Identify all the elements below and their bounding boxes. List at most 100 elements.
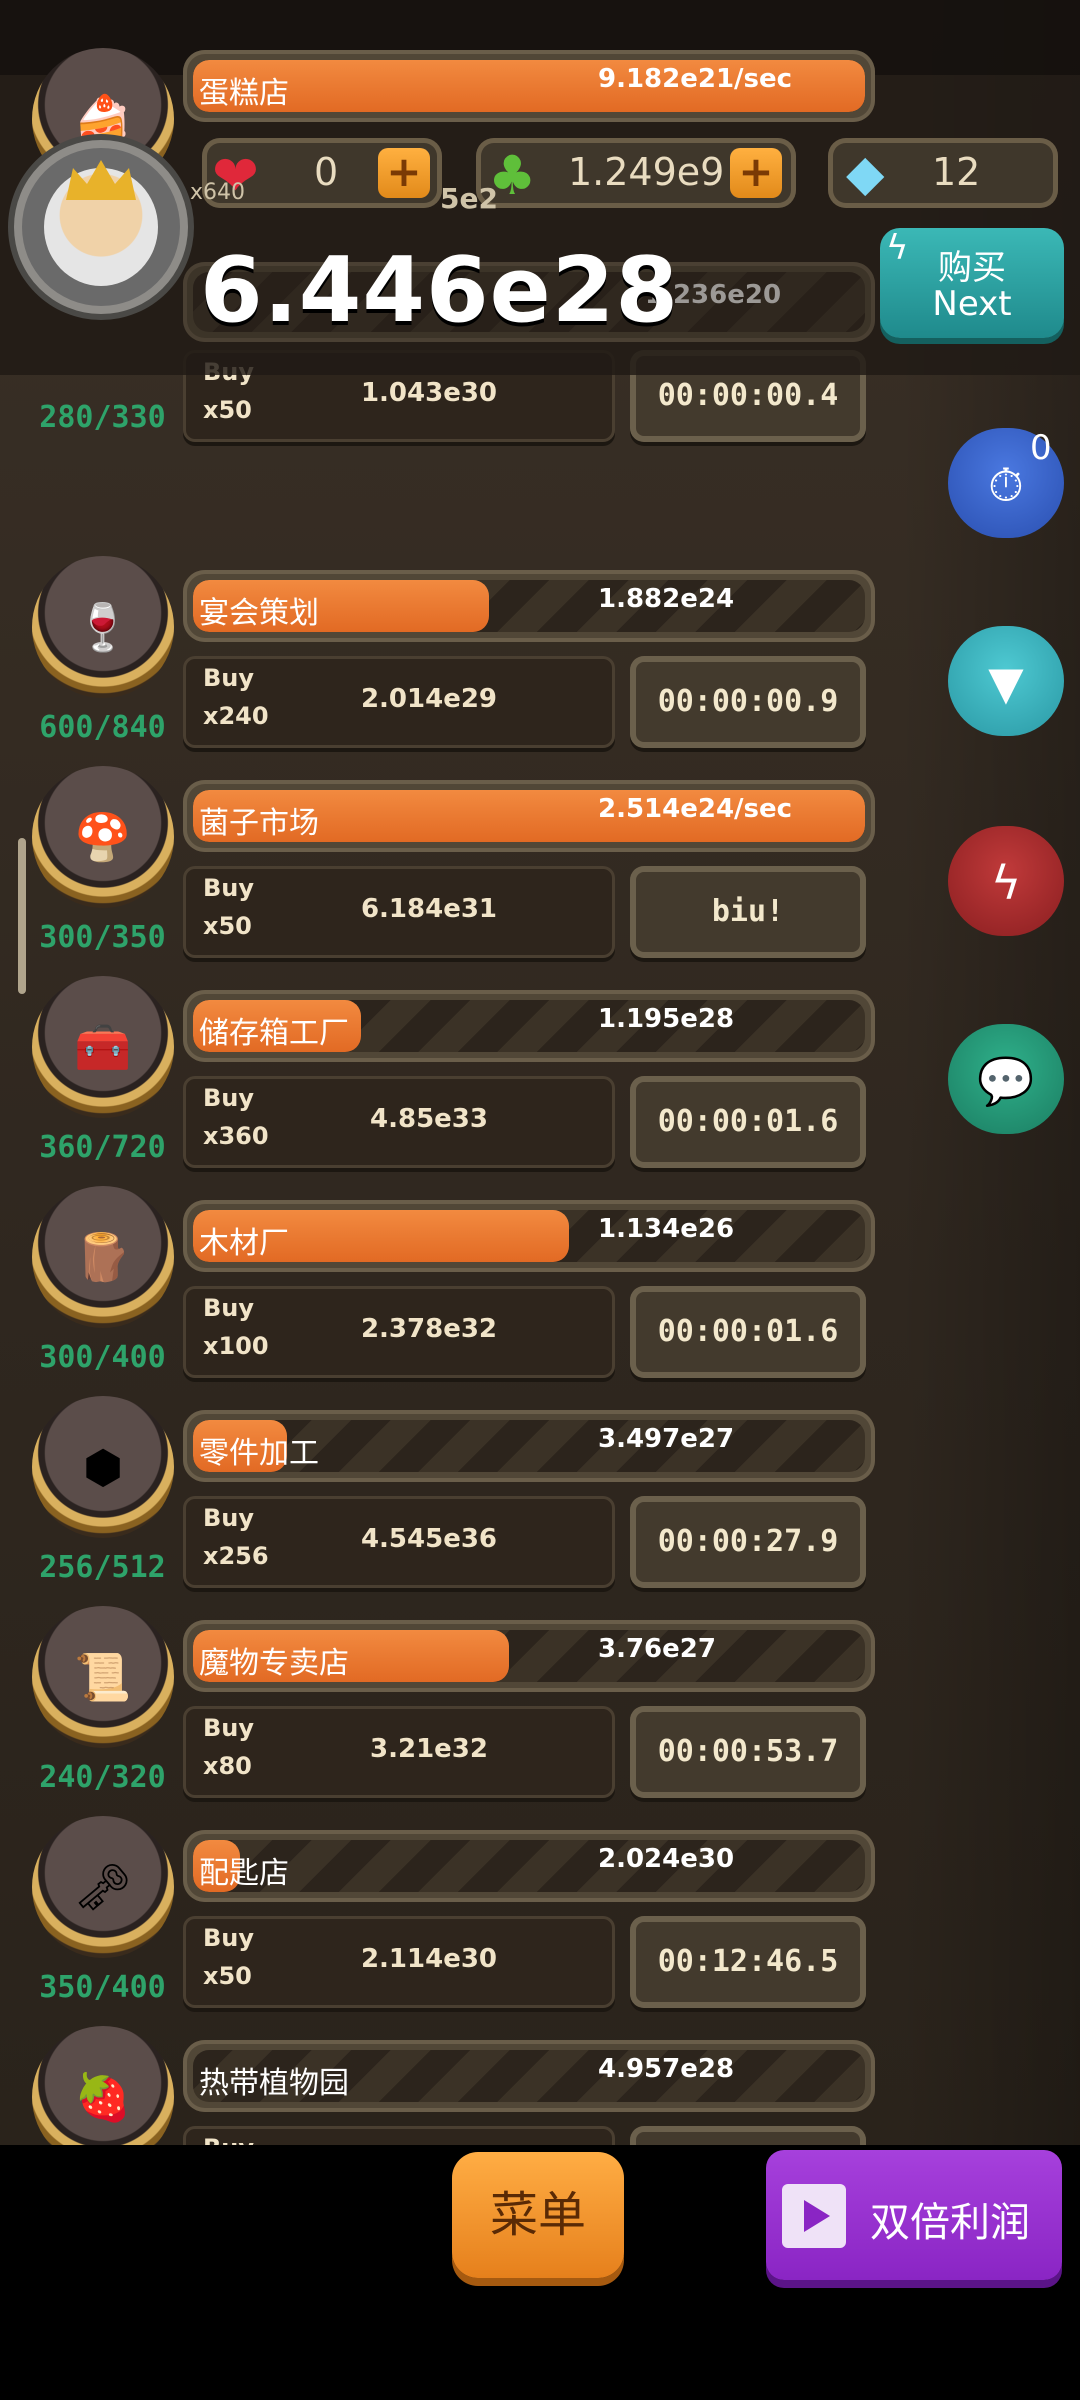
business-row: ⬢ 256/512 零件加工 3.497e27 Buy x256 4.545e3… xyxy=(0,1396,880,1610)
buy-cost: 3.21e32 xyxy=(370,1734,488,1764)
diamond-icon: ◆ xyxy=(846,144,885,202)
business-rate: 2.514e24/sec xyxy=(598,794,793,824)
menu-button[interactable]: 菜单 xyxy=(452,2152,624,2278)
double-profit-button[interactable]: 双倍利润 xyxy=(766,2150,1062,2280)
scroll-icon: 📜 xyxy=(74,1649,132,1704)
business-badge[interactable]: 🪵 xyxy=(32,1186,174,1328)
business-row: 🗝 350/400 配匙店 2.024e30 Buy x50 2.114e30 … xyxy=(0,1816,880,2030)
level-count: 300/350 xyxy=(39,920,166,955)
timer-boost-button[interactable]: ⏱ 0 xyxy=(948,428,1064,538)
business-rate: 1.882e24 xyxy=(598,584,735,614)
store-rate: 9.182e21/sec xyxy=(598,64,793,94)
nut-icon: ⬢ xyxy=(82,1440,124,1494)
add-hearts-button[interactable]: + xyxy=(378,148,430,198)
logs-icon: 🪵 xyxy=(74,1229,132,1284)
buy-cost: 2.014e29 xyxy=(360,684,498,714)
lightning-boost-button[interactable]: ϟ xyxy=(948,826,1064,936)
cycle-timer[interactable]: 00:00:01.6 xyxy=(630,1076,866,1168)
level-count: 256/512 xyxy=(39,1550,166,1585)
progress-bar[interactable]: 配匙店 2.024e30 xyxy=(183,1830,875,1902)
business-badge[interactable]: ⬢ xyxy=(32,1396,174,1538)
business-row: 🧰 360/720 储存箱工厂 1.195e28 Buy x360 4.85e3… xyxy=(0,976,880,1190)
buy-next-line1: 购买 xyxy=(938,248,1006,288)
top-hud: 🍰 蛋糕店 9.182e21/sec ❤ 0 + ♣ 1.249e9 + ◆ 1… xyxy=(0,0,1080,375)
partial-cost: 5e2 xyxy=(440,182,498,215)
buy-button[interactable]: Buy x50 2.114e30 xyxy=(183,1916,615,2008)
business-name: 宴会策划 xyxy=(199,596,319,631)
business-badge[interactable]: 🧰 xyxy=(32,976,174,1118)
business-name: 木材厂 xyxy=(199,1226,289,1261)
store-name: 蛋糕店 xyxy=(199,76,289,111)
berry-icon: 🍓 xyxy=(74,2069,132,2124)
buy-button[interactable]: Buy x50 6.184e31 xyxy=(183,866,615,958)
gems-value: 12 xyxy=(932,150,981,194)
progress-bar[interactable]: 木材厂 1.134e26 xyxy=(183,1200,875,1272)
buy-button[interactable]: Buy x80 3.21e32 xyxy=(183,1706,615,1798)
cycle-timer[interactable]: 00:00:01.6 xyxy=(630,1286,866,1378)
business-badge[interactable]: 📜 xyxy=(32,1606,174,1748)
total-money: 6.446e28 xyxy=(200,238,679,343)
chat-button[interactable]: 💬 xyxy=(948,1024,1064,1134)
buy-next-line2: Next xyxy=(932,284,1012,324)
cycle-timer[interactable]: 00:00:00.9 xyxy=(630,656,866,748)
timer-badge: 0 xyxy=(1030,428,1052,468)
progress-bar[interactable]: 零件加工 3.497e27 xyxy=(183,1410,875,1482)
business-name: 菌子市场 xyxy=(199,806,319,841)
business-row: 🍷 600/840 宴会策划 1.882e24 Buy x240 2.014e2… xyxy=(0,556,880,770)
gems-counter: ◆ 12 xyxy=(828,138,1058,208)
business-row: 📜 240/320 魔物专卖店 3.76e27 Buy x80 3.21e32 … xyxy=(0,1606,880,1820)
chest-icon: 🧰 xyxy=(74,1019,132,1074)
mushroom-icon: 🍄 xyxy=(74,809,132,864)
player-avatar[interactable] xyxy=(22,148,180,306)
cycle-timer[interactable]: 00:12:46.5 xyxy=(630,1916,866,2008)
buy-cost: 2.378e32 xyxy=(360,1314,498,1344)
scrollbar[interactable] xyxy=(18,838,26,994)
business-name: 储存箱工厂 xyxy=(199,1016,349,1051)
level-count: 280/330 xyxy=(39,400,166,435)
buy-next-button[interactable]: ϟ 购买 Next xyxy=(880,228,1064,338)
keys-icon: 🗝 xyxy=(73,1859,133,1914)
chat-icon: 💬 xyxy=(977,1054,1035,1108)
business-name: 热带植物园 xyxy=(199,2066,349,2101)
cycle-timer[interactable]: 00:00:27.9 xyxy=(630,1496,866,1588)
business-rate: 1.195e28 xyxy=(598,1004,735,1034)
progress-bar[interactable]: 魔物专卖店 3.76e27 xyxy=(183,1620,875,1692)
progress-bar: 蛋糕店 9.182e21/sec xyxy=(183,50,875,122)
buy-button[interactable]: Buy x240 2.014e29 xyxy=(183,656,615,748)
buy-cost: 2.114e30 xyxy=(360,1944,498,1974)
gem-shop-button[interactable]: ▼ xyxy=(948,626,1064,736)
gem-down-icon: ▼ xyxy=(988,656,1024,710)
clovers-counter: ♣ 1.249e9 + xyxy=(476,138,796,208)
clovers-value: 1.249e9 xyxy=(568,150,725,194)
business-row: 280/330 Buy x50 1.043e30 00:00:00.4 xyxy=(0,350,880,560)
double-profit-label: 双倍利润 xyxy=(870,2200,1030,2246)
buy-button[interactable]: Buy x100 2.378e32 xyxy=(183,1286,615,1378)
business-badge[interactable]: 🗝 xyxy=(32,1816,174,1958)
progress-bar[interactable]: 菌子市场 2.514e24/sec xyxy=(183,780,875,852)
business-name: 魔物专卖店 xyxy=(199,1646,349,1681)
cycle-timer[interactable]: 00:00:53.7 xyxy=(630,1706,866,1798)
business-rate: 4.957e28 xyxy=(598,2054,735,2084)
business-name: 配匙店 xyxy=(199,1856,289,1891)
top-store-row: 🍰 蛋糕店 9.182e21/sec xyxy=(0,38,880,190)
goblet-icon: 🍷 xyxy=(74,599,132,654)
level-count: 350/400 xyxy=(39,1970,166,2005)
cycle-timer[interactable]: biu! xyxy=(630,866,866,958)
progress-bar[interactable]: 热带植物园 4.957e28 xyxy=(183,2040,875,2112)
business-badge[interactable]: 🍷 xyxy=(32,556,174,698)
buy-button[interactable]: Buy x256 4.545e36 xyxy=(183,1496,615,1588)
hearts-value: 0 xyxy=(314,150,339,194)
buy-button[interactable]: Buy x360 4.85e33 xyxy=(183,1076,615,1168)
partial-multiplier: x640 xyxy=(190,180,246,205)
business-row: 🍄 300/350 菌子市场 2.514e24/sec Buy x50 6.18… xyxy=(0,766,880,980)
business-rate: 3.76e27 xyxy=(598,1634,716,1664)
add-clovers-button[interactable]: + xyxy=(730,148,782,198)
business-rate: 3.497e27 xyxy=(598,1424,735,1454)
level-count: 240/320 xyxy=(39,1760,166,1795)
business-rate: 2.024e30 xyxy=(598,1844,735,1874)
progress-bar[interactable]: 宴会策划 1.882e24 xyxy=(183,570,875,642)
progress-bar[interactable]: 储存箱工厂 1.195e28 xyxy=(183,990,875,1062)
buy-cost: 1.043e30 xyxy=(360,378,498,408)
business-badge[interactable]: 🍄 xyxy=(32,766,174,908)
level-count: 300/400 xyxy=(39,1340,166,1375)
